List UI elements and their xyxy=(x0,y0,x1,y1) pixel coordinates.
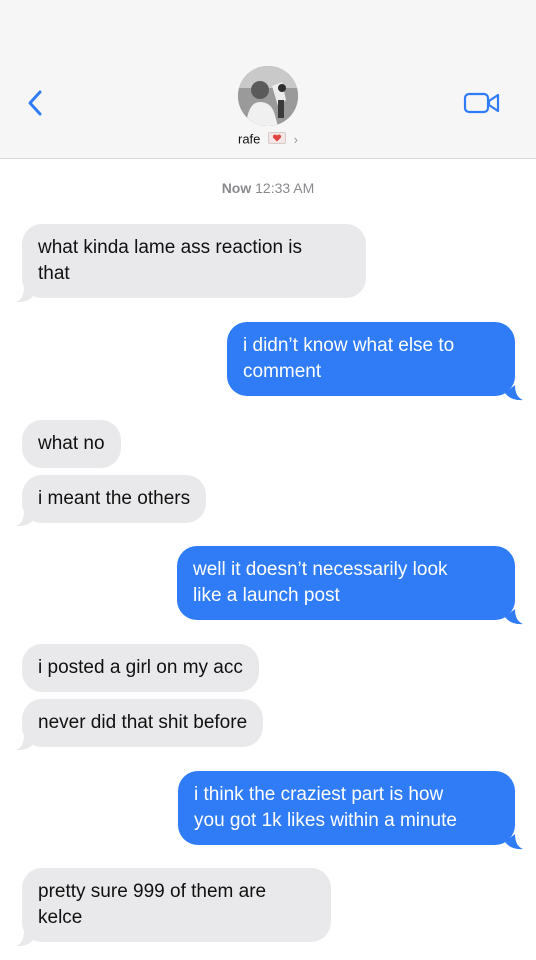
message-line: never did that shit before xyxy=(38,712,248,733)
message-line: i meant the others xyxy=(38,488,191,509)
incoming-message-bubble[interactable]: i meant the others xyxy=(22,475,207,523)
message-line: that xyxy=(38,263,70,284)
incoming-message-bubble[interactable]: what kinda lame ass reaction is that xyxy=(22,224,366,298)
outgoing-message-bubble[interactable]: i didn’t know what else to comment xyxy=(227,322,515,396)
incoming-bubble-tail xyxy=(16,931,34,947)
chevron-right-icon: › xyxy=(293,131,298,147)
message-line: pretty sure 999 of them are xyxy=(38,881,267,902)
message-timestamp: Now 12:33 AM xyxy=(0,180,536,196)
message-line: comment xyxy=(243,361,322,382)
incoming-message-bubble[interactable]: pretty sure 999 of them are kelce xyxy=(22,868,331,942)
incoming-bubble-tail xyxy=(16,511,34,527)
timestamp-time: 12:33 AM xyxy=(255,180,315,196)
chevron-left-icon xyxy=(28,90,42,116)
incoming-bubble-tail xyxy=(16,735,34,751)
heart-envelope-icon xyxy=(268,131,287,149)
avatar-photo xyxy=(238,66,298,126)
incoming-bubble-tail xyxy=(16,287,34,303)
message-line: i think the craziest part is how xyxy=(194,784,444,805)
incoming-message-bubble[interactable]: what no xyxy=(22,420,121,468)
message-line: what kinda lame ass reaction is xyxy=(38,237,303,258)
contact-name: rafe xyxy=(238,131,261,147)
outgoing-bubble-tail xyxy=(505,385,523,401)
contact-avatar[interactable] xyxy=(238,66,298,126)
incoming-message-bubble[interactable]: i posted a girl on my acc xyxy=(22,644,259,692)
incoming-message-bubble[interactable]: never did that shit before xyxy=(22,699,264,747)
message-line: well it doesn’t necessarily look xyxy=(193,559,448,580)
timestamp-day: Now xyxy=(221,180,252,196)
message-line: what no xyxy=(38,433,105,454)
outgoing-message-bubble[interactable]: well it doesn’t necessarily look like a … xyxy=(177,546,515,620)
message-line: kelce xyxy=(38,907,83,928)
conversation-header: rafe › xyxy=(0,0,536,159)
outgoing-message-bubble[interactable]: i think the craziest part is how you got… xyxy=(178,771,515,845)
facetime-video-button[interactable] xyxy=(462,89,502,117)
message-line: i posted a girl on my acc xyxy=(38,657,243,678)
message-line: you got 1k likes within a minute xyxy=(194,810,457,831)
back-button[interactable] xyxy=(18,86,52,120)
message-line: like a launch post xyxy=(193,585,340,606)
contact-name-row[interactable]: rafe › xyxy=(0,130,536,149)
message-line: i didn’t know what else to xyxy=(243,335,455,356)
outgoing-bubble-tail xyxy=(505,834,523,850)
outgoing-bubble-tail xyxy=(505,609,523,625)
video-camera-icon xyxy=(463,92,500,114)
